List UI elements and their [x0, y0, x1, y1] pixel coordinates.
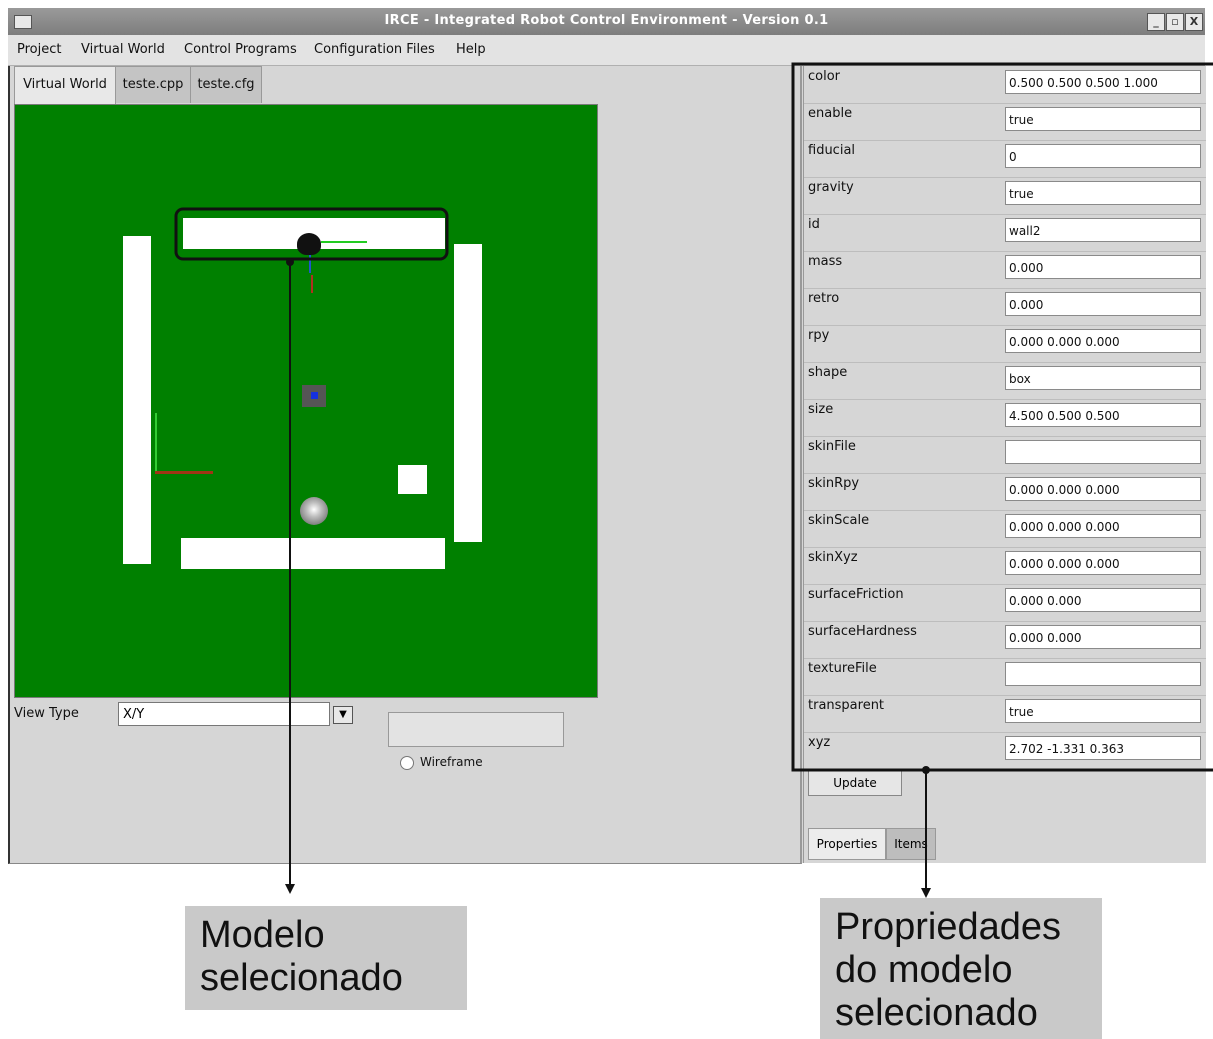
- callout-selected-model: Modelo selecionado: [185, 906, 467, 1010]
- callout-selected-model-properties: Propriedades do modelo selecionado: [820, 898, 1102, 1039]
- callout-line: Propriedades: [835, 906, 1062, 948]
- callout-line: do modelo: [835, 949, 1013, 991]
- right-arrowhead: [921, 888, 931, 898]
- callout-line: selecionado: [200, 957, 403, 999]
- properties-highlight-bracket: [791, 62, 1213, 772]
- annotation-overlay: [174, 62, 1213, 898]
- callout-line: selecionado: [835, 992, 1038, 1034]
- selection-highlight: [174, 207, 449, 261]
- callout-line: Modelo: [200, 914, 325, 956]
- left-arrowhead: [285, 884, 295, 894]
